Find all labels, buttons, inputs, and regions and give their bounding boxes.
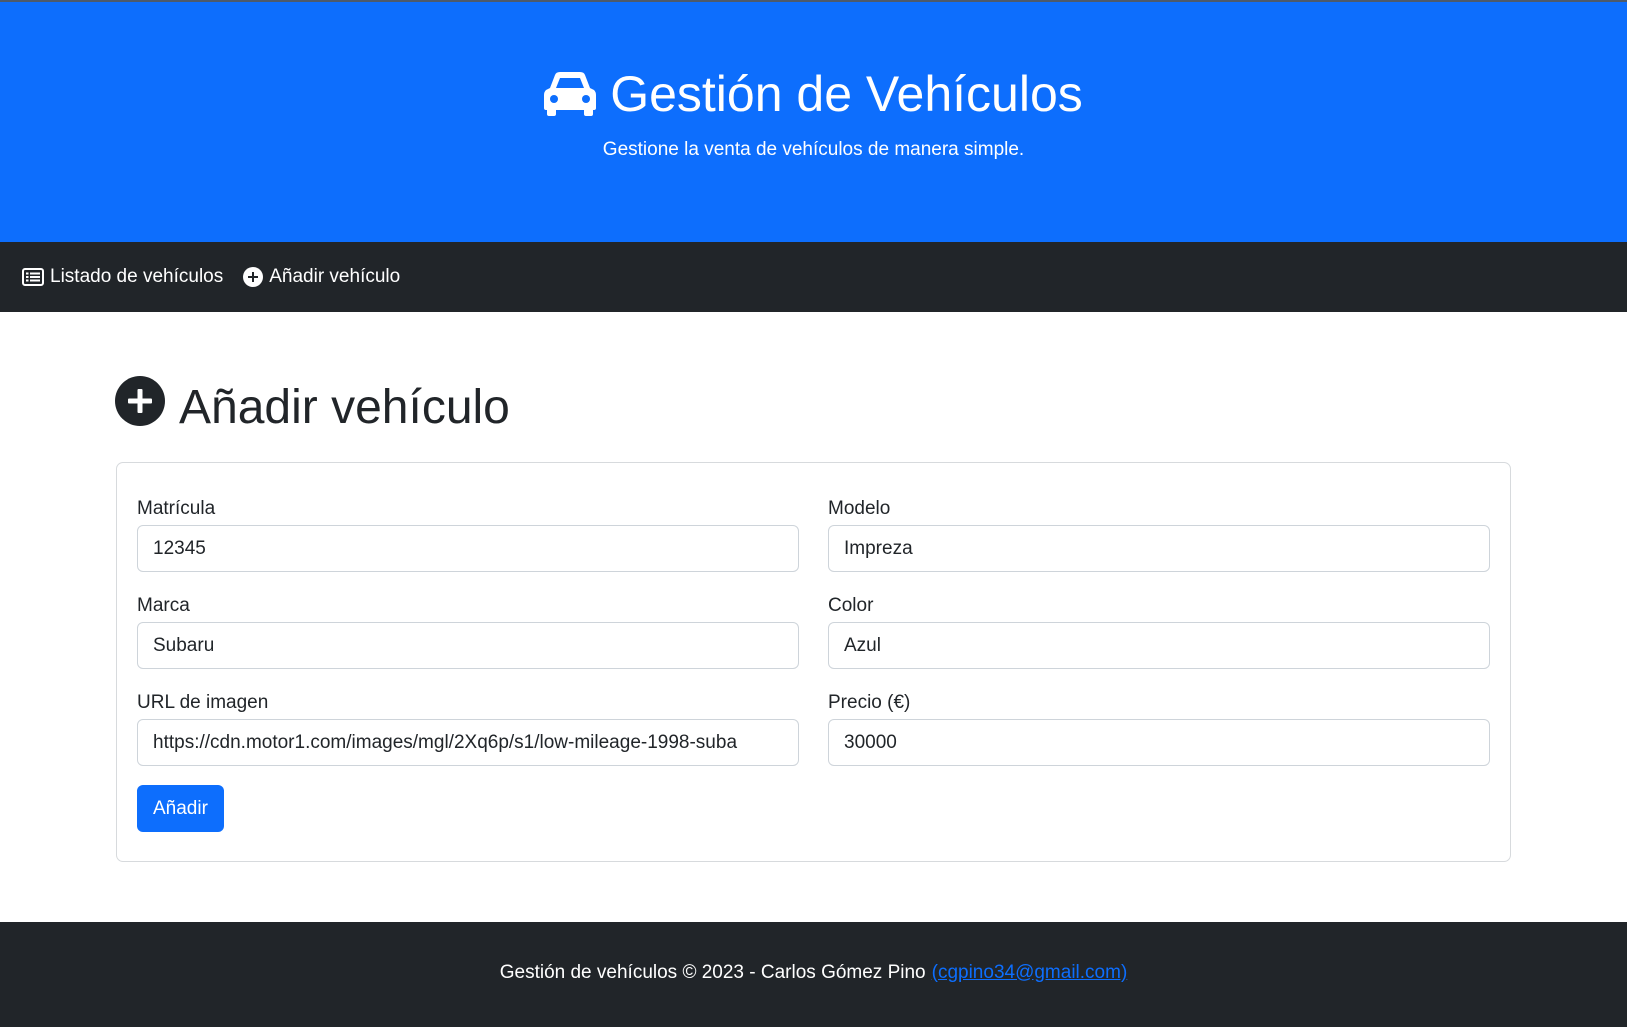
app-subtitle: Gestione la venta de vehículos de manera… — [602, 139, 1025, 160]
modelo-label: Modelo — [828, 498, 891, 519]
matricula-label: Matrícula — [137, 498, 216, 519]
precio-label: Precio (€) — [828, 692, 911, 713]
matricula-field-group: Matrícula — [137, 497, 799, 572]
nav-item-vehicle-list[interactable]: Listado de vehículos — [22, 266, 223, 288]
add-vehicle-form: Matrícula Modelo Marca Color URL de imag… — [116, 462, 1511, 862]
marca-input[interactable] — [137, 622, 799, 669]
marca-label: Marca — [137, 595, 190, 616]
color-input[interactable] — [828, 622, 1490, 669]
footer-email-link[interactable]: (cgpino34@gmail.com) — [932, 962, 1128, 984]
color-label: Color — [828, 595, 874, 616]
page-title: Añadir vehículo — [115, 376, 510, 439]
footer-text: Gestión de vehículos © 2023 - Carlos Góm… — [499, 961, 926, 983]
app-title: Gestión de Vehículos — [0, 64, 1627, 124]
image-url-input[interactable] — [137, 719, 799, 766]
nav-item-label: Añadir vehículo — [269, 266, 401, 287]
image-url-label: URL de imagen — [137, 692, 269, 713]
main-navbar: Listado de vehículos Añadir vehículo — [0, 242, 1627, 312]
page-footer: Gestión de vehículos © 2023 - Carlos Góm… — [0, 922, 1627, 1027]
modelo-input[interactable] — [828, 525, 1490, 572]
hero-header: Gestión de Vehículos Gestione la venta d… — [0, 0, 1627, 242]
modelo-field-group: Modelo — [828, 497, 1490, 572]
precio-input[interactable] — [828, 719, 1490, 766]
app-title-text: Gestión de Vehículos — [610, 66, 1083, 122]
plus-circle-icon — [115, 376, 165, 439]
car-icon — [544, 71, 597, 117]
nav-item-add-vehicle[interactable]: Añadir vehículo — [243, 266, 400, 288]
precio-field-group: Precio (€) — [828, 691, 1490, 766]
add-button[interactable]: Añadir — [137, 785, 224, 832]
plus-circle-icon — [243, 267, 264, 287]
matricula-input[interactable] — [137, 525, 799, 572]
list-icon — [22, 268, 44, 286]
image-url-field-group: URL de imagen — [137, 691, 799, 766]
color-field-group: Color — [828, 594, 1490, 669]
marca-field-group: Marca — [137, 594, 799, 669]
page-title-text: Añadir vehículo — [179, 380, 510, 434]
nav-item-label: Listado de vehículos — [50, 266, 224, 287]
